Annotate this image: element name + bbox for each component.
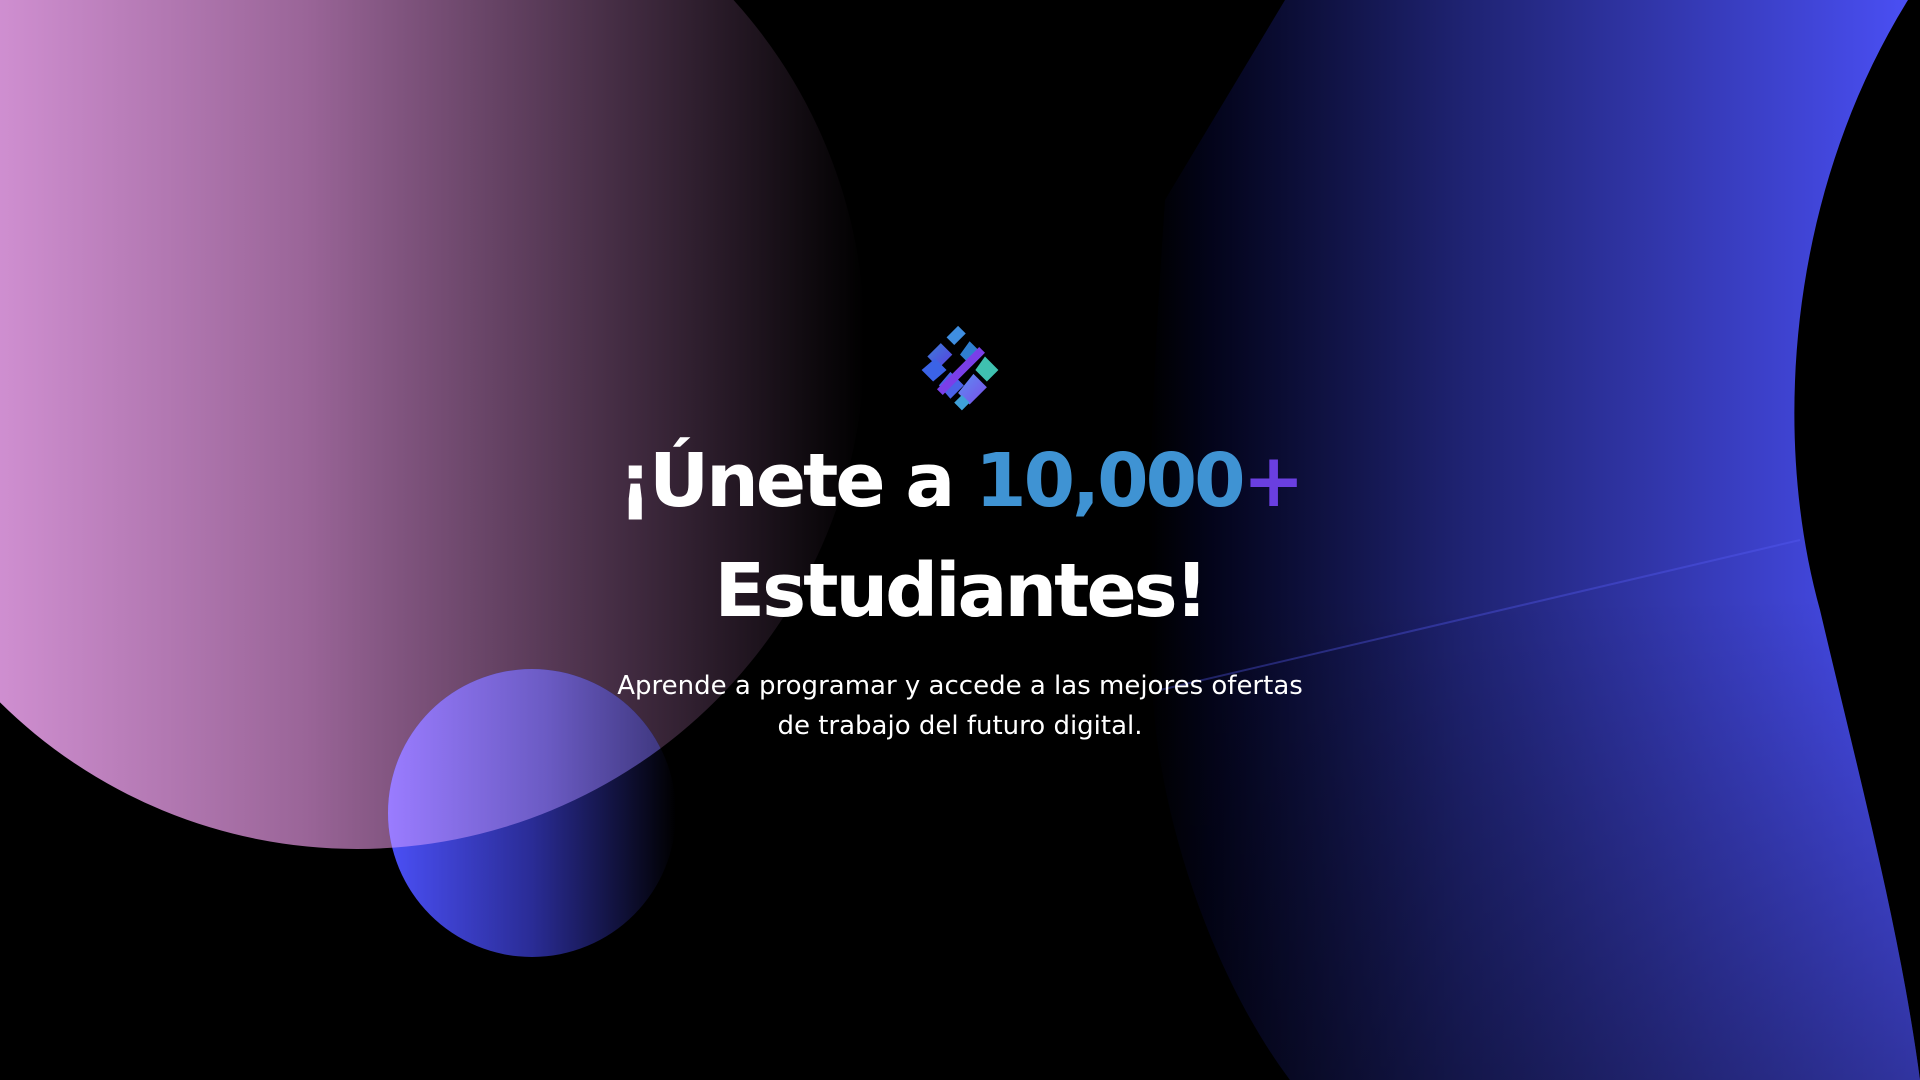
hero-content: ¡Únete a 10,000+ Estudiantes! Aprende a … [460,322,1460,746]
subtitle-line-2: de trabajo del futuro digital. [777,711,1143,741]
subtitle: Aprende a programar y accede a las mejor… [580,666,1340,746]
hero-slide: ¡Únete a 10,000+ Estudiantes! Aprende a … [0,0,1920,1080]
headline: ¡Únete a 10,000+ Estudiantes! [460,426,1460,646]
headline-plus: + [1242,438,1305,524]
headline-line-1: ¡Únete a 10,000+ [460,426,1460,536]
headline-line-2: Estudiantes! [714,548,1209,634]
headline-number: 10,000 [975,438,1246,524]
headline-prefix: ¡Únete a [618,438,976,524]
subtitle-line-1: Aprende a programar y accede a las mejor… [617,671,1303,701]
diamond-logo-icon [921,325,999,411]
